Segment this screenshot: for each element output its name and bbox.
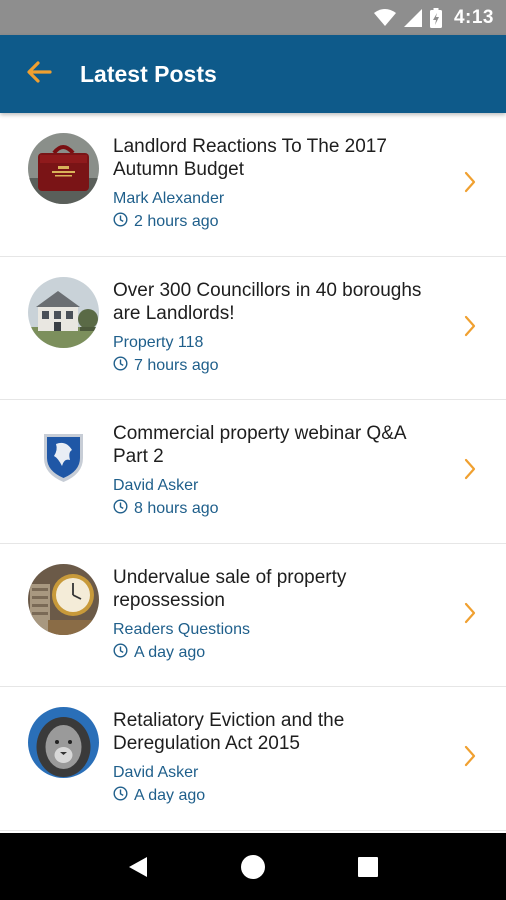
post-item[interactable]: Undervalue sale of property repossession… [0, 544, 506, 688]
arrow-left-icon [26, 60, 52, 88]
shield-logo-image [28, 420, 99, 492]
clock-icon [113, 786, 128, 806]
status-time: 4:13 [453, 6, 494, 28]
post-time-row: 8 hours ago [113, 499, 433, 519]
post-list[interactable]: Landlord Reactions To The 2017 Autumn Bu… [0, 113, 506, 833]
post-author: Property 118 [113, 333, 204, 351]
post-time-row: 7 hours ago [113, 356, 433, 376]
post-time: 2 hours ago [134, 213, 219, 230]
house-photo-image [28, 276, 99, 348]
post-time-row: A day ago [113, 643, 433, 663]
post-title: Landlord Reactions To The 2017 Autumn Bu… [113, 136, 387, 180]
clock-icon [113, 356, 128, 376]
home-circle-icon[interactable] [233, 847, 273, 887]
post-time: 8 hours ago [134, 500, 219, 518]
back-button[interactable] [0, 35, 80, 113]
post-item[interactable]: Landlord Reactions To The 2017 Autumn Bu… [0, 113, 506, 257]
back-triangle-icon[interactable] [118, 847, 158, 887]
status-bar: 4:13 [0, 0, 506, 35]
app-bar: Latest Posts [0, 35, 506, 113]
post-title: Undervalue sale of property repossession [113, 566, 347, 611]
chevron-right-icon [464, 745, 476, 772]
post-author: Readers Questions [113, 620, 250, 638]
post-time: 7 hours ago [134, 356, 219, 374]
wifi-icon [373, 8, 396, 27]
post-title: Retaliatory Eviction and the Deregulatio… [113, 710, 345, 755]
post-time: A day ago [134, 643, 206, 661]
clock-icon [113, 643, 128, 663]
post-time-row: A day ago [113, 786, 433, 806]
post-title: Commercial property webinar Q&A Part 2 [113, 423, 406, 468]
battery-charging-icon [429, 7, 442, 28]
page-title: Latest Posts [80, 60, 217, 87]
clock-icon [113, 212, 128, 232]
chevron-right-icon [464, 602, 476, 629]
post-author: Mark Alexander [113, 190, 225, 207]
clock-icon [113, 499, 128, 519]
post-author: David Asker [113, 764, 199, 782]
post-title: Over 300 Councillors in 40 boroughs are … [113, 279, 422, 324]
post-time: A day ago [134, 787, 206, 805]
post-time-row: 2 hours ago [113, 212, 433, 232]
post-item[interactable]: Commercial property webinar Q&A Part 2 D… [0, 400, 506, 544]
recents-square-icon[interactable] [348, 847, 388, 887]
clock-coins-image [28, 563, 99, 635]
cell-signal-icon [403, 8, 422, 27]
chevron-right-icon [464, 171, 476, 198]
post-author: David Asker [113, 477, 199, 495]
post-item[interactable]: Over 300 Councillors in 40 boroughs are … [0, 257, 506, 401]
lion-photo-image [28, 707, 99, 779]
chevron-right-icon [464, 458, 476, 485]
post-item[interactable]: Retaliatory Eviction and the Deregulatio… [0, 687, 506, 831]
system-nav-bar [0, 833, 506, 900]
budget-red-box-image [28, 133, 99, 204]
chevron-right-icon [464, 315, 476, 342]
